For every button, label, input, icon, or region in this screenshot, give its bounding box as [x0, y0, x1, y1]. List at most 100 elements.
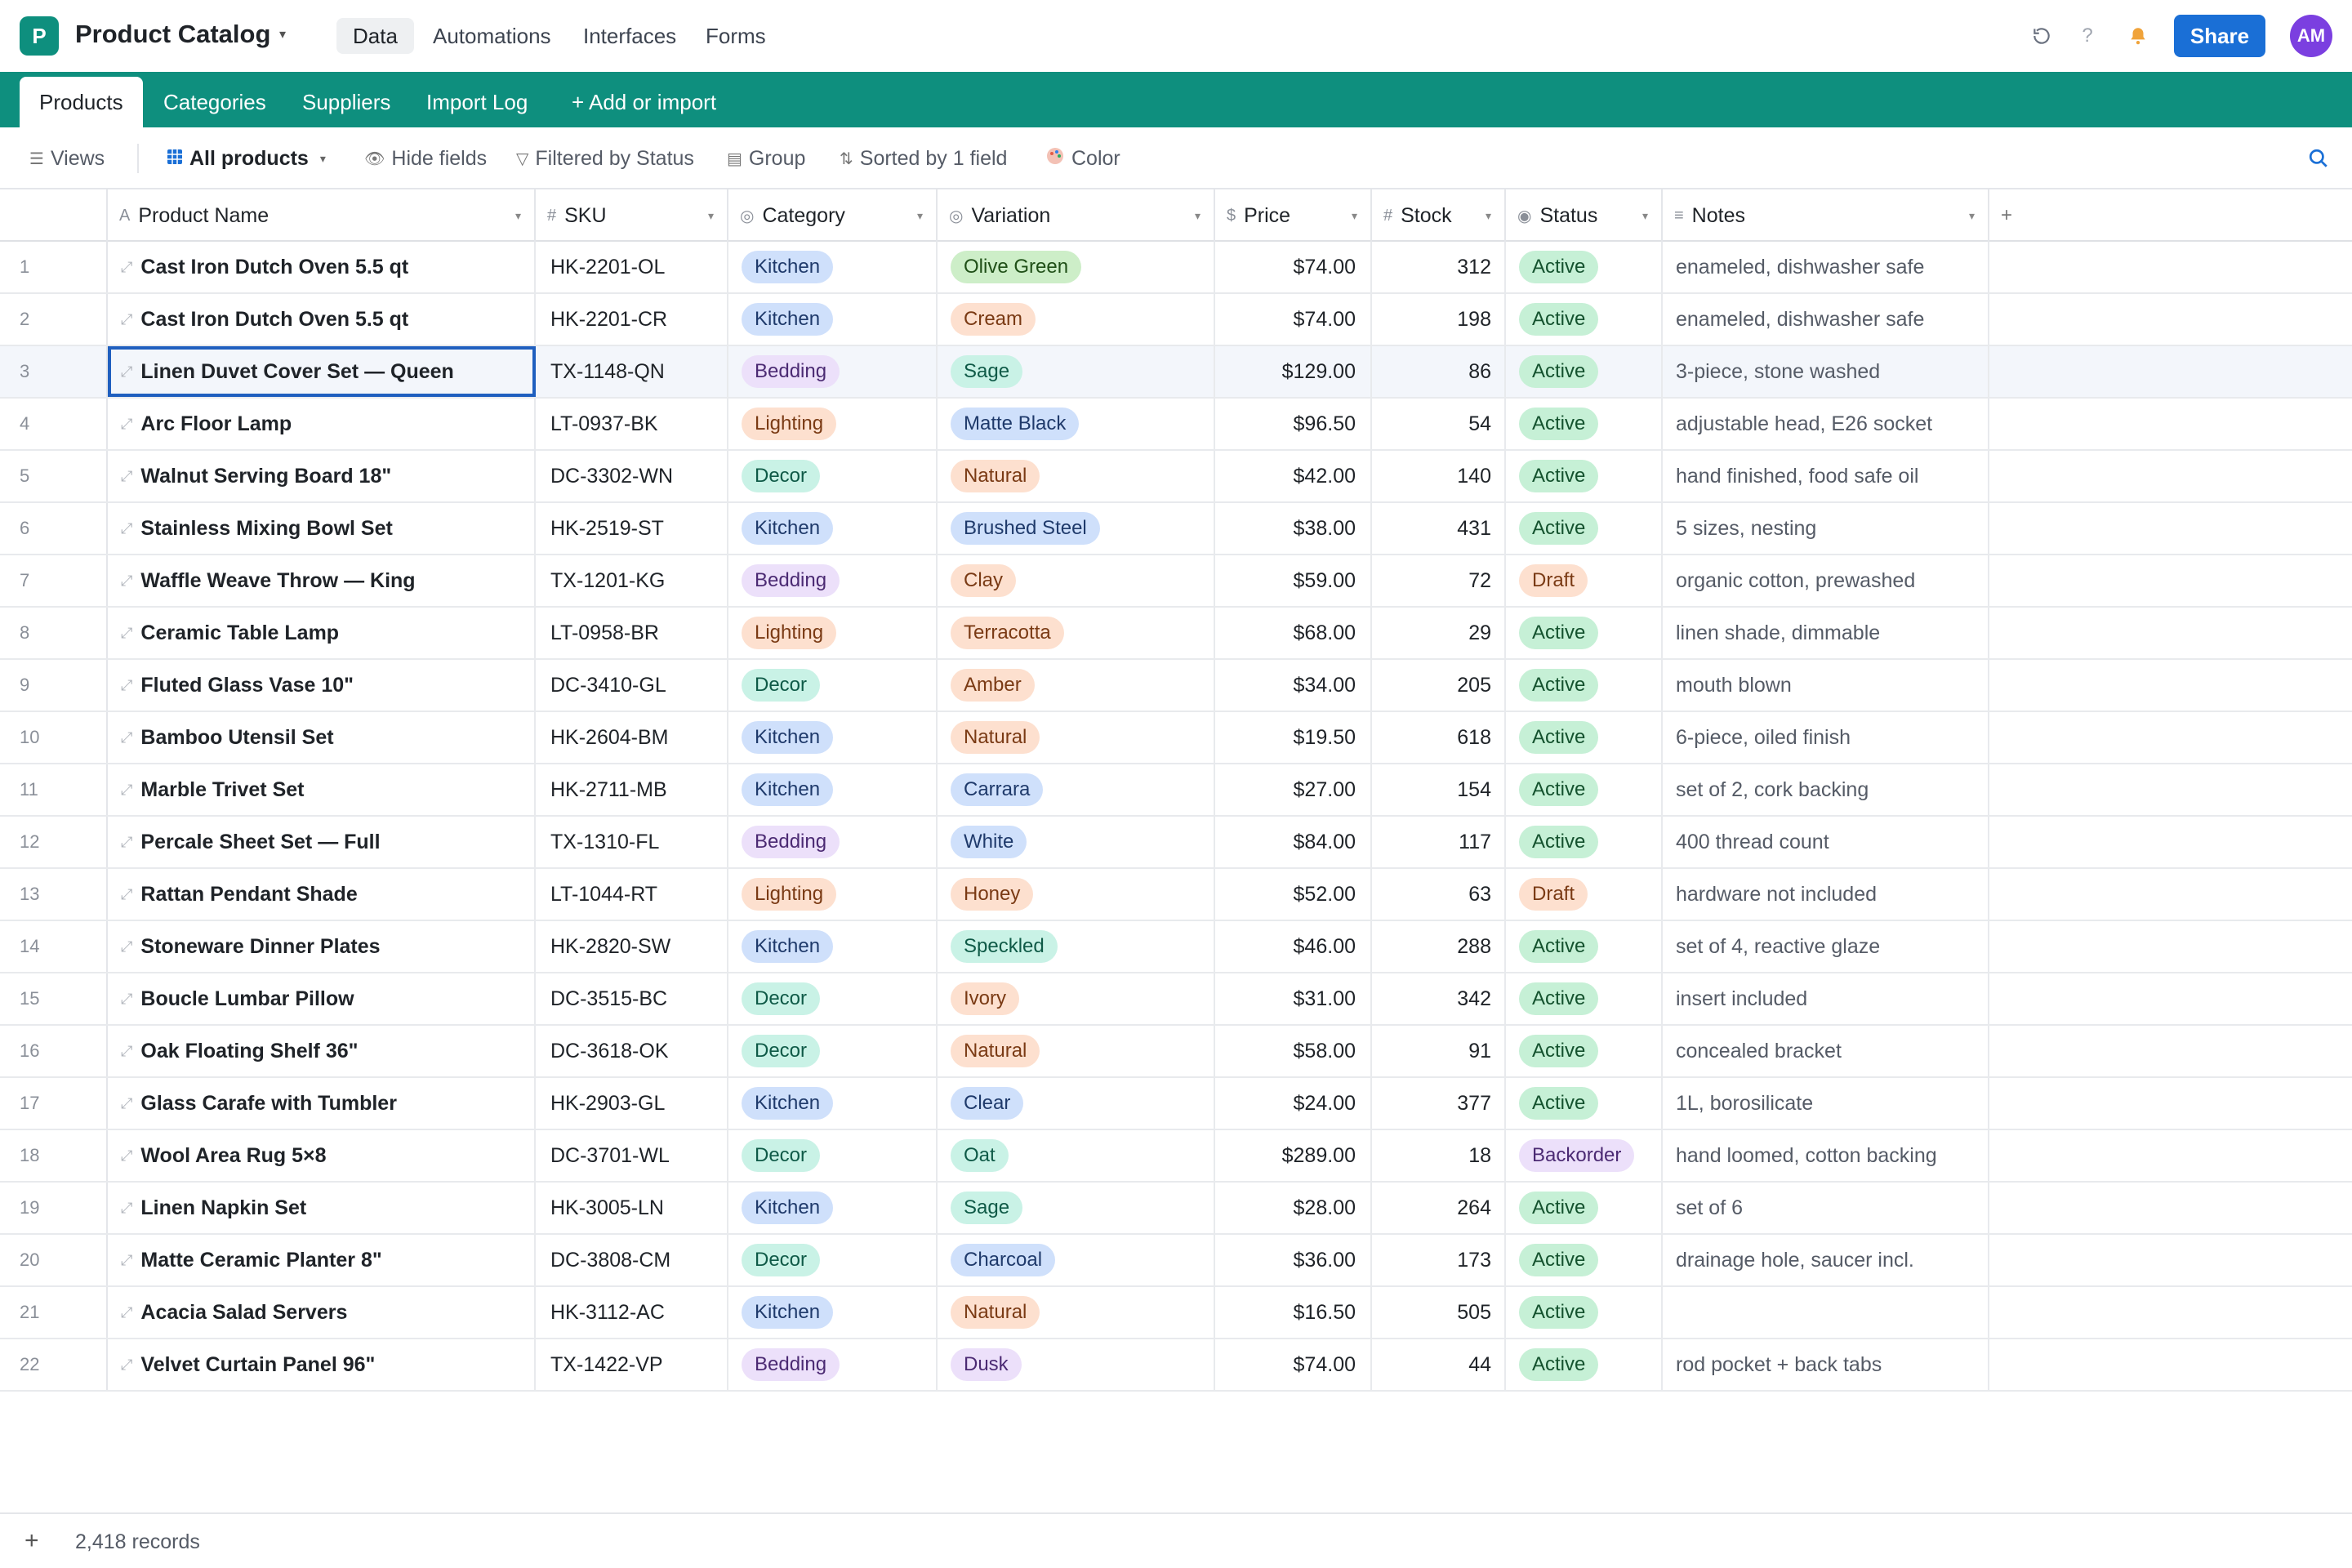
stock-cell[interactable]: 117 — [1372, 817, 1506, 867]
table-row[interactable]: 5 ⤢ Walnut Serving Board 18" DC-3302-WN Deco… — [0, 451, 2352, 503]
table-row[interactable]: 16 ⤢ Oak Floating Shelf 36" DC-3618-OK Decor… — [0, 1026, 2352, 1078]
stock-cell[interactable]: 18 — [1372, 1130, 1506, 1181]
product-name-cell[interactable]: ⤢ Stainless Mixing Bowl Set — [108, 503, 536, 554]
price-cell[interactable]: $31.00 — [1215, 973, 1372, 1024]
table-row[interactable]: 8 ⤢ Ceramic Table Lamp LT-0958-BR Lighting Te… — [0, 608, 2352, 660]
notes-cell[interactable]: hardware not included — [1663, 869, 1989, 920]
product-name-cell[interactable]: ⤢ Linen Napkin Set — [108, 1183, 536, 1233]
nav-interfaces[interactable]: Interfaces — [567, 18, 693, 54]
price-cell[interactable]: $24.00 — [1215, 1078, 1372, 1129]
chevron-down-icon[interactable]: ▾ — [708, 209, 714, 223]
product-name-cell[interactable]: ⤢ Percale Sheet Set — Full — [108, 817, 536, 867]
column-header-status[interactable]: ◉ Status ▾ — [1506, 189, 1663, 242]
product-name-cell[interactable]: ⤢ Stoneware Dinner Plates — [108, 921, 536, 972]
stock-cell[interactable]: 288 — [1372, 921, 1506, 972]
views-button[interactable]: ☰ Views — [29, 144, 105, 173]
sku-cell[interactable]: HK-3112-AC — [536, 1287, 728, 1338]
table-row[interactable]: 1 ⤢ Cast Iron Dutch Oven 5.5 qt HK-2201-OL K… — [0, 242, 2352, 294]
stock-cell[interactable]: 505 — [1372, 1287, 1506, 1338]
product-name-cell[interactable]: ⤢ Linen Duvet Cover Set — Queen — [108, 346, 536, 397]
column-header-stock[interactable]: # Stock ▾ — [1372, 189, 1506, 242]
notes-cell[interactable]: set of 6 — [1663, 1183, 1989, 1233]
table-row[interactable]: 15 ⤢ Boucle Lumbar Pillow DC-3515-BC Decor Iv… — [0, 973, 2352, 1026]
price-cell[interactable]: $34.00 — [1215, 660, 1372, 710]
status-cell[interactable]: Active — [1506, 503, 1663, 554]
sku-cell[interactable]: HK-2711-MB — [536, 764, 728, 815]
table-row[interactable]: 10 ⤢ Bamboo Utensil Set HK-2604-BM Kitchen Na… — [0, 712, 2352, 764]
category-cell[interactable]: Lighting — [728, 399, 938, 449]
category-cell[interactable]: Kitchen — [728, 1287, 938, 1338]
status-cell[interactable]: Active — [1506, 764, 1663, 815]
avatar[interactable]: AM — [2290, 15, 2332, 57]
status-cell[interactable]: Active — [1506, 451, 1663, 501]
table-row[interactable]: 22 ⤢ Velvet Curtain Panel 96" TX-1422-VP Bed… — [0, 1339, 2352, 1392]
stock-cell[interactable]: 431 — [1372, 503, 1506, 554]
variation-cell[interactable]: Matte Black — [938, 399, 1215, 449]
price-cell[interactable]: $96.50 — [1215, 399, 1372, 449]
sku-cell[interactable]: HK-2903-GL — [536, 1078, 728, 1129]
table-row[interactable]: 14 ⤢ Stoneware Dinner Plates HK-2820-SW Kitc… — [0, 921, 2352, 973]
notes-cell[interactable]: 400 thread count — [1663, 817, 1989, 867]
stock-cell[interactable]: 72 — [1372, 555, 1506, 606]
sku-cell[interactable]: DC-3515-BC — [536, 973, 728, 1024]
stock-cell[interactable]: 140 — [1372, 451, 1506, 501]
table-row[interactable]: 11 ⤢ Marble Trivet Set HK-2711-MB Kitchen Car… — [0, 764, 2352, 817]
table-row[interactable]: 13 ⤢ Rattan Pendant Shade LT-1044-RT Lightin… — [0, 869, 2352, 921]
variation-cell[interactable]: Natural — [938, 712, 1215, 763]
sku-cell[interactable]: HK-2604-BM — [536, 712, 728, 763]
status-cell[interactable]: Draft — [1506, 869, 1663, 920]
variation-cell[interactable]: Oat — [938, 1130, 1215, 1181]
product-name-cell[interactable]: ⤢ Ceramic Table Lamp — [108, 608, 536, 658]
status-cell[interactable]: Active — [1506, 399, 1663, 449]
notes-cell[interactable]: set of 4, reactive glaze — [1663, 921, 1989, 972]
variation-cell[interactable]: Terracotta — [938, 608, 1215, 658]
stock-cell[interactable]: 86 — [1372, 346, 1506, 397]
status-cell[interactable]: Active — [1506, 921, 1663, 972]
stock-cell[interactable]: 198 — [1372, 294, 1506, 345]
expand-record-icon[interactable]: ⤢ — [121, 1095, 132, 1112]
share-button[interactable]: Share — [2174, 15, 2265, 57]
price-cell[interactable]: $46.00 — [1215, 921, 1372, 972]
sku-cell[interactable]: HK-2201-CR — [536, 294, 728, 345]
status-cell[interactable]: Active — [1506, 1235, 1663, 1285]
chevron-down-icon[interactable]: ▾ — [515, 209, 521, 223]
tab-products[interactable]: Products — [20, 77, 143, 127]
category-cell[interactable]: Kitchen — [728, 764, 938, 815]
sku-cell[interactable]: TX-1148-QN — [536, 346, 728, 397]
product-name-cell[interactable]: ⤢ Oak Floating Shelf 36" — [108, 1026, 536, 1076]
notes-cell[interactable]: enameled, dishwasher safe — [1663, 294, 1989, 345]
category-cell[interactable]: Kitchen — [728, 294, 938, 345]
status-cell[interactable]: Active — [1506, 712, 1663, 763]
notes-cell[interactable]: adjustable head, E26 socket — [1663, 399, 1989, 449]
sku-cell[interactable]: HK-2519-ST — [536, 503, 728, 554]
expand-record-icon[interactable]: ⤢ — [121, 625, 132, 642]
product-name-cell[interactable]: ⤢ Walnut Serving Board 18" — [108, 451, 536, 501]
variation-cell[interactable]: Sage — [938, 1183, 1215, 1233]
sort-button[interactable]: ⇅ Sorted by 1 field — [840, 144, 1007, 173]
expand-record-icon[interactable]: ⤢ — [121, 1147, 132, 1165]
product-name-cell[interactable]: ⤢ Glass Carafe with Tumbler — [108, 1078, 536, 1129]
notes-cell[interactable]: 5 sizes, nesting — [1663, 503, 1989, 554]
expand-record-icon[interactable]: ⤢ — [121, 729, 132, 746]
chevron-down-icon[interactable]: ▾ — [917, 209, 923, 223]
variation-cell[interactable]: Natural — [938, 1287, 1215, 1338]
search-icon[interactable] — [2308, 144, 2329, 173]
price-cell[interactable]: $38.00 — [1215, 503, 1372, 554]
stock-cell[interactable]: 312 — [1372, 242, 1506, 292]
notes-cell[interactable]: rod pocket + back tabs — [1663, 1339, 1989, 1390]
group-button[interactable]: ▤ Group — [727, 144, 805, 173]
expand-record-icon[interactable]: ⤢ — [121, 991, 132, 1008]
product-name-cell[interactable]: ⤢ Boucle Lumbar Pillow — [108, 973, 536, 1024]
sku-cell[interactable]: DC-3808-CM — [536, 1235, 728, 1285]
sku-cell[interactable]: HK-2201-OL — [536, 242, 728, 292]
tab-import-log[interactable]: Import Log — [407, 77, 547, 127]
color-button[interactable]: Color — [1045, 144, 1120, 173]
hide-fields-button[interactable]: 👁 Hide fields — [364, 144, 487, 173]
variation-cell[interactable]: Natural — [938, 451, 1215, 501]
nav-automations[interactable]: Automations — [416, 18, 568, 54]
category-cell[interactable]: Decor — [728, 1235, 938, 1285]
sku-cell[interactable]: DC-3701-WL — [536, 1130, 728, 1181]
category-cell[interactable]: Kitchen — [728, 1078, 938, 1129]
price-cell[interactable]: $58.00 — [1215, 1026, 1372, 1076]
notes-cell[interactable]: insert included — [1663, 973, 1989, 1024]
